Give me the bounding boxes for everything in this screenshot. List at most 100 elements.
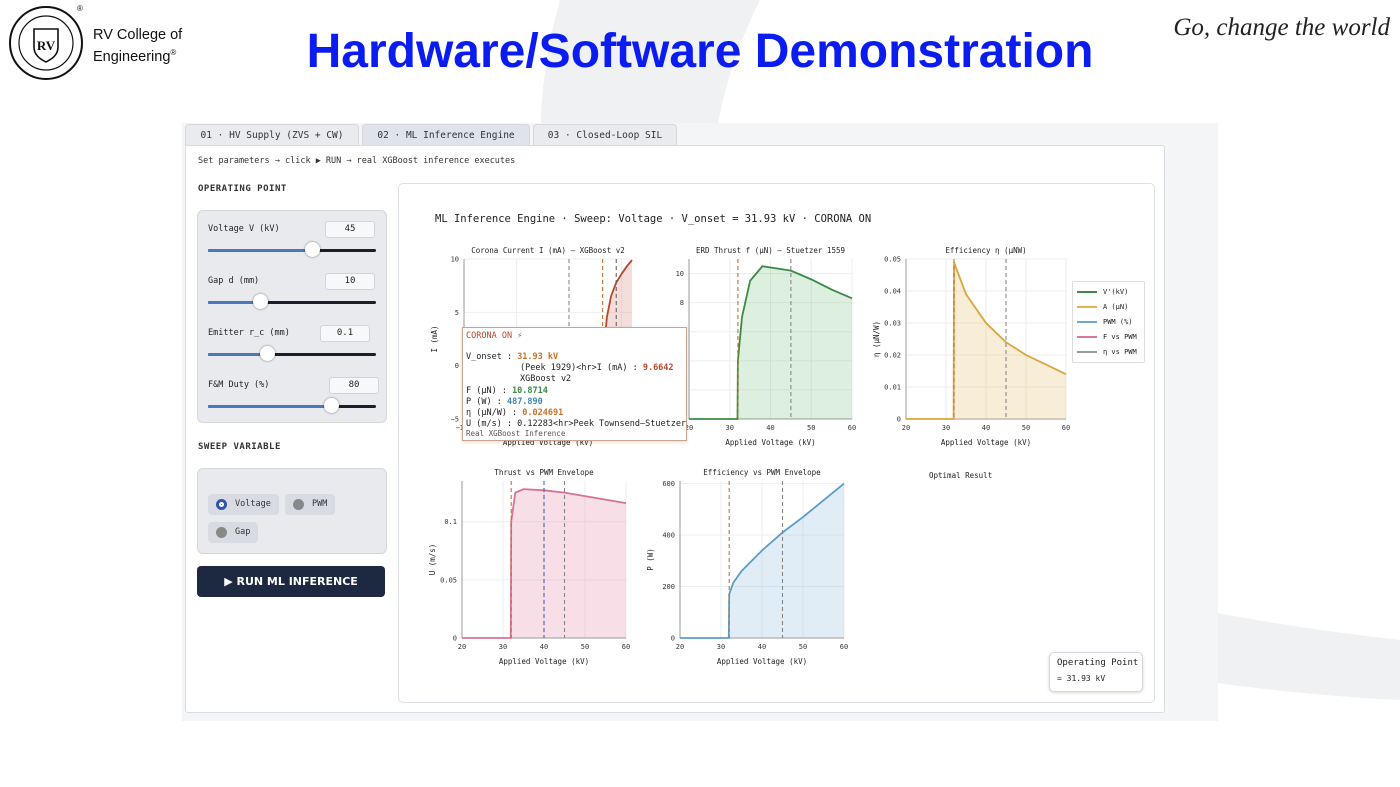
tab-closed-loop[interactable]: 03 · Closed-Loop SIL <box>533 124 677 146</box>
voltage-label: Voltage V (kV) <box>208 224 280 234</box>
x-tick-label: 60 <box>1062 424 1070 432</box>
main-frame: Set parameters → click ▶ RUN → real XGBo… <box>185 145 1165 713</box>
voltage-slider[interactable] <box>208 242 376 257</box>
gap-value-field[interactable]: 10 <box>325 273 375 290</box>
x-tick-label: 60 <box>848 424 856 432</box>
legend-swatch <box>1077 291 1097 293</box>
legend-swatch <box>1077 336 1097 338</box>
x-tick-label: 60 <box>622 643 630 651</box>
run-ml-inference-button[interactable]: ▶ RUN ML INFERENCE <box>197 566 385 597</box>
duty-slider[interactable] <box>208 398 376 413</box>
x-tick-label: 30 <box>942 424 950 432</box>
plot-title: Thrust vs PWM Envelope <box>494 468 594 477</box>
radio-selected-icon <box>216 499 227 510</box>
y-tick-label: 600 <box>662 480 675 488</box>
y-tick-label: 0.05 <box>440 576 457 584</box>
registered-mark: ® <box>77 4 83 13</box>
y-axis-label: P (W) <box>646 548 655 571</box>
emitter-slider-handle[interactable] <box>259 346 275 361</box>
sweep-options-panel: Voltage PWM Gap <box>197 468 387 554</box>
tooltip-footer: Real XGBoost Inference <box>466 429 566 438</box>
gap-slider-handle[interactable] <box>253 294 269 309</box>
plot-title: Corona Current I (mA) — XGBoost v2 <box>471 246 625 255</box>
legend-item: V'(kV) <box>1077 287 1128 297</box>
y-tick-label: −5 <box>451 416 459 424</box>
y-tick-label: 0.03 <box>884 320 901 328</box>
x-axis-label: Applied Voltage (kV) <box>941 438 1031 447</box>
x-tick-label: 30 <box>726 424 734 432</box>
tooltip-power-key: P (W) : <box>466 397 507 407</box>
instructions-hint: Set parameters → click ▶ RUN → real XGBo… <box>198 156 516 166</box>
y-tick-label: 0.1 <box>444 518 457 526</box>
tagline: Go, change the world <box>1173 14 1390 41</box>
y-axis-label: I (mA) <box>430 325 439 352</box>
duty-slider-fill <box>208 405 331 408</box>
voltage-slider-handle[interactable] <box>305 242 321 257</box>
legend-item: PWM (%) <box>1077 317 1133 327</box>
legend-label: A (µN) <box>1103 303 1129 311</box>
duty-value-field[interactable]: 80 <box>329 377 379 394</box>
tooltip-model: XGBoost v2 <box>520 374 572 384</box>
legend-label: PWM (%) <box>1103 318 1133 326</box>
tooltip-current-key: (Peek 1929)<hr>I (mA) : <box>520 363 643 373</box>
duty-slider-handle[interactable] <box>323 398 339 413</box>
emitter-label: Emitter r_c (mm) <box>208 328 290 338</box>
sweep-option-label: Voltage <box>235 499 271 509</box>
plot-title: Efficiency vs PWM Envelope <box>703 468 821 477</box>
x-tick-label: 20 <box>458 643 466 651</box>
series-area <box>689 266 852 419</box>
y-tick-label: 5 <box>455 309 459 317</box>
x-tick-label: 40 <box>758 643 766 651</box>
tooltip-efficiency-key: η (µN/W) : <box>466 408 523 418</box>
y-tick-label: 10 <box>676 270 684 278</box>
tooltip-vonset-value: 31.93 kV <box>517 352 559 362</box>
legend-swatch <box>1077 306 1097 308</box>
parameters-panel: Voltage V (kV) 45 Gap d (mm) 10 Emitter … <box>197 210 387 423</box>
operating-point-box: Operating Point = 31.93 kV <box>1049 652 1143 692</box>
x-tick-label: 40 <box>982 424 990 432</box>
operating-point-value: = 31.93 kV <box>1057 674 1106 683</box>
y-tick-label: 400 <box>662 532 675 540</box>
tooltip-header: CORONA ON ⚡ <box>466 331 523 341</box>
sweep-option-pwm[interactable]: PWM <box>285 494 336 515</box>
y-tick-label: 0 <box>671 635 675 643</box>
voltage-value-field[interactable]: 45 <box>325 221 375 238</box>
tooltip-vonset-key: V_onset : <box>466 352 518 362</box>
y-axis-label: η (µN/W) <box>872 321 881 357</box>
x-tick-label: 50 <box>581 643 589 651</box>
legend-label: V'(kV) <box>1103 288 1129 296</box>
legend-swatch <box>1077 321 1097 323</box>
sweep-option-gap[interactable]: Gap <box>208 522 259 543</box>
gap-slider[interactable] <box>208 294 376 309</box>
tooltip-power-value: 487.890 <box>506 397 543 407</box>
y-tick-label: 0.05 <box>884 256 901 264</box>
legend-item: F vs PWM <box>1077 332 1137 342</box>
legend-swatch <box>1077 351 1097 353</box>
tab-hv-supply[interactable]: 01 · HV Supply (ZVS + CW) <box>185 124 359 146</box>
x-axis-label: Applied Voltage (kV) <box>717 657 807 666</box>
app-screenshot: 01 · HV Supply (ZVS + CW) 02 · ML Infere… <box>182 123 1218 721</box>
chart-legend: V'(kV) A (µN) PWM (%) F vs PWM η vs PWM <box>1072 281 1145 363</box>
y-tick-label: 0.01 <box>884 384 901 392</box>
x-axis-label: Applied Voltage (kV) <box>499 657 589 666</box>
legend-item: A (µN) <box>1077 302 1128 312</box>
x-tick-label: 30 <box>499 643 507 651</box>
optimal-result-label: Optimal Result <box>929 471 993 480</box>
y-tick-label: 0.02 <box>884 352 901 360</box>
legend-item: η vs PWM <box>1077 347 1137 357</box>
chart-panel: ML Inference Engine · Sweep: Voltage · V… <box>398 183 1155 703</box>
x-tick-label: 50 <box>799 643 807 651</box>
emitter-slider-fill <box>208 353 267 356</box>
y-tick-label: 10 <box>451 256 459 264</box>
sweep-option-voltage[interactable]: Voltage <box>208 494 279 515</box>
tooltip-force-key: F (µN) : <box>466 386 513 396</box>
emitter-value-field[interactable]: 0.1 <box>320 325 370 342</box>
y-tick-label: 0.04 <box>884 288 901 296</box>
plot-title: Efficiency η (µNW) <box>945 246 1026 255</box>
sweep-variable-heading: SWEEP VARIABLE <box>198 442 281 452</box>
x-tick-label: 50 <box>807 424 815 432</box>
y-tick-label: 200 <box>662 583 675 591</box>
emitter-slider[interactable] <box>208 346 376 361</box>
y-axis-label: U (m/s) <box>428 544 437 576</box>
radio-unselected-icon <box>216 527 227 538</box>
